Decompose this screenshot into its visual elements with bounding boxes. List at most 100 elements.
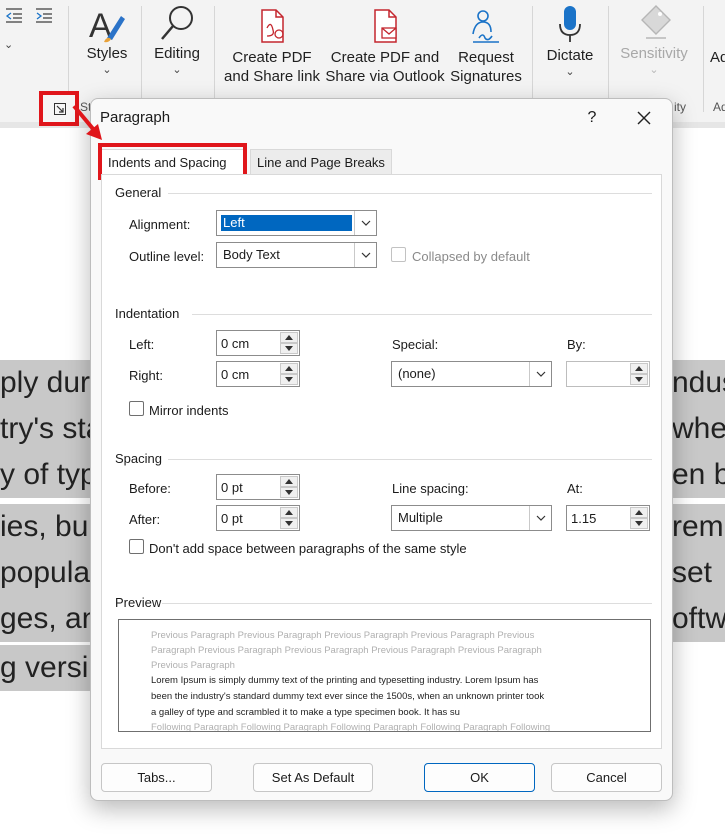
spin-down-icon[interactable] [630, 374, 648, 385]
close-icon [637, 111, 651, 125]
pdf-link-icon [261, 9, 284, 43]
line-spacing-label: Line spacing: [392, 481, 469, 496]
doc-text-fragment: popular [0, 550, 92, 596]
chevron-down-icon [529, 362, 551, 386]
dictate-button[interactable]: Dictate ⌄ [540, 4, 600, 79]
set-as-default-button[interactable]: Set As Default [253, 763, 373, 792]
spin-up-icon[interactable] [280, 476, 298, 487]
preview-previous-line: Paragraph Previous Paragraph Previous Pa… [151, 645, 542, 656]
dictate-label: Dictate [546, 47, 594, 64]
spacing-before-label: Before: [129, 481, 171, 496]
by-input[interactable] [566, 361, 650, 387]
dont-add-space-label: Don't add space between paragraphs of th… [149, 541, 467, 556]
section-spacing-heading: Spacing [115, 451, 162, 466]
spin-down-icon[interactable] [280, 487, 298, 498]
addin-button[interactable]: Ad [710, 48, 725, 67]
dialog-launcher-icon [54, 103, 66, 115]
group-label-addins: Ad [713, 100, 725, 114]
collapsed-by-default-checkbox[interactable] [391, 247, 406, 262]
doc-text-fragment: ply dur [0, 360, 92, 406]
alignment-select[interactable]: Left [216, 210, 377, 236]
section-divider [168, 193, 652, 194]
decrease-indent-icon[interactable] [4, 6, 24, 24]
collapsed-by-default-label: Collapsed by default [412, 249, 530, 264]
styles-icon: A [89, 7, 125, 44]
doc-text-fragment: oftw [672, 596, 725, 642]
spin-up-icon[interactable] [280, 507, 298, 518]
special-value: (none) [398, 366, 436, 381]
request-signatures-line2: Signatures [450, 68, 522, 85]
request-signatures-button[interactable]: Request Signatures [446, 8, 526, 86]
ribbon-separator [703, 6, 704, 112]
tab-line-and-page-breaks[interactable]: Line and Page Breaks [250, 149, 392, 174]
outline-level-select[interactable]: Body Text [216, 242, 377, 268]
doc-text-fragment: try's sta [0, 406, 92, 452]
spacing-after-input[interactable]: 0 pt [216, 505, 300, 531]
search-icon [161, 6, 193, 40]
spin-down-icon[interactable] [280, 374, 298, 385]
paragraph-dialog: Paragraph ? Indents and Spacing Line and… [90, 98, 673, 801]
outline-level-value: Body Text [223, 247, 280, 262]
line-spacing-value: Multiple [398, 510, 443, 525]
preview-previous-line: Previous Paragraph Previous Paragraph Pr… [151, 630, 535, 641]
ok-button[interactable]: OK [424, 763, 535, 792]
special-select[interactable]: (none) [391, 361, 552, 387]
line-spacing-select[interactable]: Multiple [391, 505, 552, 531]
spin-down-icon[interactable] [280, 518, 298, 529]
increase-indent-icon[interactable] [34, 6, 54, 24]
paragraph-preview: Previous Paragraph Previous Paragraph Pr… [118, 619, 651, 732]
spin-down-icon[interactable] [280, 343, 298, 354]
preview-following-line: Following Paragraph Following Paragraph … [151, 722, 551, 732]
ribbon-separator [608, 6, 609, 112]
cancel-button[interactable]: Cancel [551, 763, 662, 792]
spin-down-icon[interactable] [630, 518, 648, 529]
dont-add-space-checkbox[interactable] [129, 539, 144, 554]
group-label-sensitivity: ity [674, 100, 686, 114]
doc-text-fragment: set [672, 550, 725, 596]
styles-button[interactable]: A Styles ⌄ [80, 4, 134, 77]
create-pdf-outlook-line2: Share via Outlook [325, 68, 445, 85]
alignment-value: Left [221, 215, 352, 231]
create-pdf-share-link-line2: and Share link [224, 68, 320, 85]
close-button[interactable] [633, 107, 655, 129]
help-button[interactable]: ? [581, 107, 603, 129]
ribbon-separator [214, 6, 215, 112]
editing-label: Editing [154, 45, 200, 62]
styles-chevron: ⌄ [102, 64, 112, 76]
create-pdf-share-link-button[interactable]: Create PDF and Share link [220, 8, 324, 86]
spin-up-icon[interactable] [280, 363, 298, 374]
preview-sample-line: been the industry's standard dummy text … [151, 691, 545, 702]
indent-right-input[interactable]: 0 cm [216, 361, 300, 387]
indent-left-input[interactable]: 0 cm [216, 330, 300, 356]
create-pdf-share-link-line1: Create PDF [232, 49, 312, 66]
section-divider [192, 314, 652, 315]
doc-text-fragment: ies, bu [0, 504, 92, 550]
indents-spacing-panel: General Alignment: Left Outline level: B… [101, 174, 662, 749]
tabs-button[interactable]: Tabs... [101, 763, 212, 792]
editing-button[interactable]: Editing ⌄ [150, 4, 204, 77]
by-label: By: [567, 337, 586, 352]
create-pdf-outlook-line1: Create PDF and [330, 49, 440, 66]
ribbon-separator [141, 6, 142, 112]
create-pdf-outlook-button[interactable]: Create PDF and Share via Outlook [324, 8, 446, 86]
indent-left-label: Left: [129, 337, 155, 352]
preview-sample-line: a galley of type and scrambled it to mak… [151, 707, 460, 718]
special-label: Special: [392, 337, 439, 352]
spin-up-icon[interactable] [630, 507, 648, 518]
spin-up-icon[interactable] [280, 332, 298, 343]
spacing-before-input[interactable]: 0 pt [216, 474, 300, 500]
at-input[interactable]: 1.15 [566, 505, 650, 531]
section-divider [162, 603, 652, 604]
mirror-indents-checkbox[interactable] [129, 401, 144, 416]
spin-up-icon[interactable] [630, 363, 648, 374]
chevron-down-icon [529, 506, 551, 530]
indent-right-value: 0 cm [221, 367, 250, 382]
dropdown-chevron[interactable]: ⌄ [4, 38, 13, 52]
chevron-down-icon [354, 211, 376, 235]
signature-icon [472, 10, 499, 43]
indent-left-value: 0 cm [221, 336, 250, 351]
request-signatures-line1: Request [458, 49, 514, 66]
annotation-arrow-icon [72, 104, 102, 140]
sensitivity-button[interactable]: Sensitivity ⌄ [614, 4, 694, 77]
doc-text-fragment: ndus [672, 360, 725, 406]
